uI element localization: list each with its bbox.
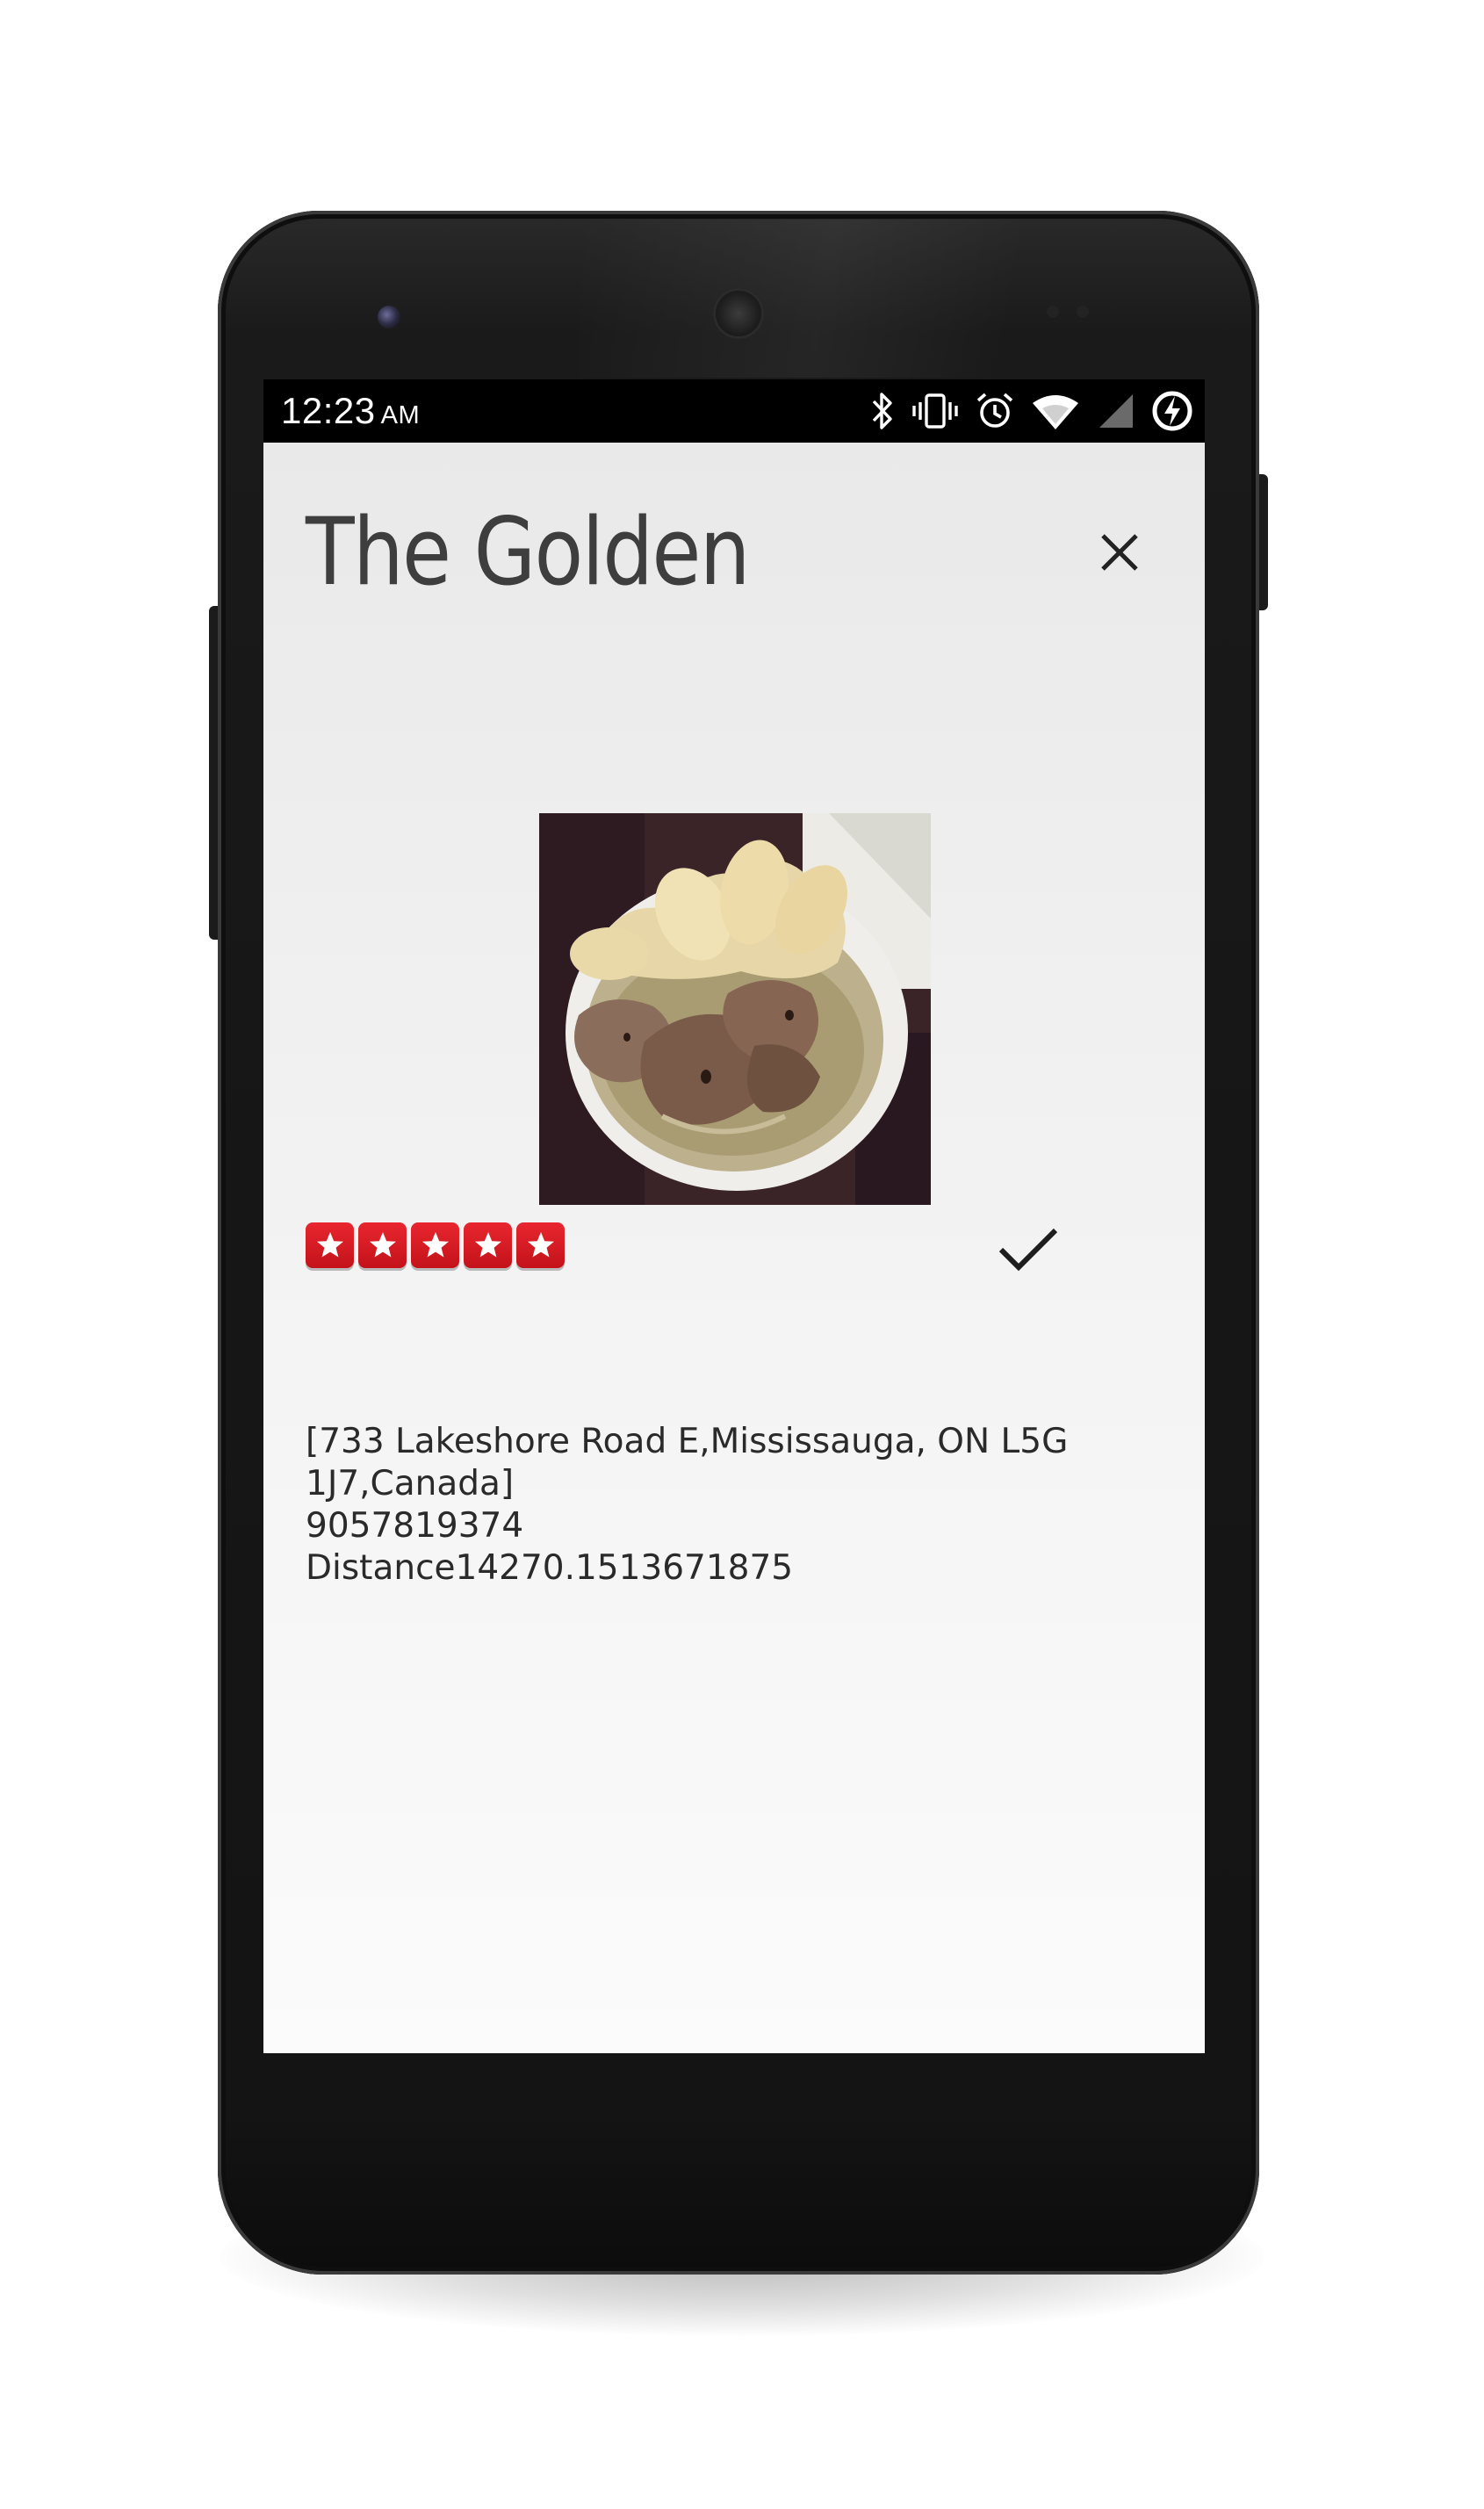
rating-star — [358, 1222, 407, 1268]
bluetooth-icon — [869, 391, 896, 431]
clock-ampm: AM — [380, 401, 421, 429]
confirm-button[interactable] — [994, 1219, 1063, 1280]
rating-star — [516, 1222, 565, 1268]
place-distance: Distance14270.1513671875 — [306, 1548, 794, 1588]
checkmark-icon — [998, 1228, 1058, 1272]
place-info: [733 Lakeshore Road E,Mississauga, ON L5… — [306, 1421, 1149, 1590]
phone-sheen — [580, 220, 1194, 378]
place-phone[interactable]: 9057819374 — [306, 1505, 1149, 1547]
place-title: The Golden — [306, 498, 751, 606]
rating-star — [464, 1222, 512, 1268]
clock-time: 12:23 — [281, 390, 376, 431]
light-sensor — [1077, 306, 1089, 318]
proximity-sensor — [1047, 306, 1059, 318]
front-camera — [378, 306, 400, 328]
wifi-icon — [1031, 391, 1080, 431]
star-icon — [421, 1232, 449, 1258]
star-icon — [474, 1232, 501, 1258]
close-icon — [1101, 534, 1138, 571]
alarm-icon — [975, 391, 1015, 431]
star-icon — [316, 1232, 343, 1258]
place-address: [733 Lakeshore Road E,Mississauga, ON L5… — [306, 1422, 1079, 1503]
status-bar: 12:23 AM — [263, 379, 1205, 443]
cell-signal-icon — [1096, 391, 1135, 431]
phone-screen: 12:23 AM The Golden [733 Lakeshore Road … — [263, 379, 1205, 2053]
rating-star — [306, 1222, 354, 1268]
vibrate-icon — [911, 391, 959, 431]
rating-star — [411, 1222, 459, 1268]
place-photo — [539, 813, 931, 1205]
earpiece-speaker — [713, 288, 764, 339]
place-detail-screen: The Golden [733 Lakeshore Road E,Mississ… — [263, 443, 1205, 2053]
star-icon — [527, 1232, 554, 1258]
status-clock: 12:23 AM — [281, 388, 420, 434]
status-icons — [869, 386, 1194, 436]
star-icon — [369, 1232, 396, 1258]
close-button[interactable] — [1089, 522, 1150, 583]
star-rating — [306, 1222, 565, 1268]
battery-charging-icon — [1150, 389, 1194, 433]
